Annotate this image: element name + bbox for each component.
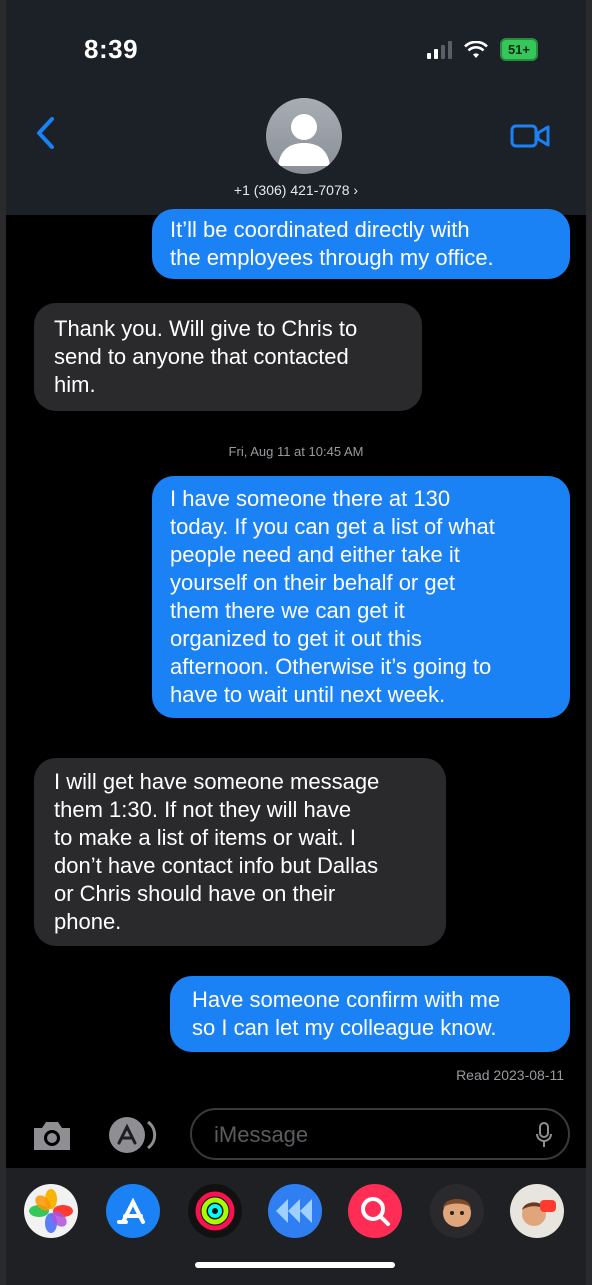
message-bubble-incoming[interactable]: Thank you. Will give to Chris to send to… (34, 303, 422, 411)
imessage-input[interactable]: iMessage (190, 1108, 570, 1160)
message-line: have to wait until next week. (170, 682, 446, 707)
battery-indicator: 51+ (499, 38, 538, 61)
message-bubble-incoming[interactable]: I will get have someone message them 1:3… (34, 758, 446, 946)
device-bezel-right (586, 0, 592, 1285)
cellular-signal-icon (426, 40, 452, 59)
message-line: don’t have contact info but Dallas (54, 853, 379, 878)
camera-icon[interactable] (30, 1118, 74, 1154)
message-line: afternoon. Otherwise it’s going to (170, 654, 492, 679)
microphone-icon[interactable] (536, 1122, 552, 1148)
audio-message-app-icon[interactable] (268, 1184, 322, 1238)
message-line: I will get have someone message (54, 769, 380, 794)
message-line: organized to get it out this (170, 626, 422, 651)
conversation-header: 8:39 51+ +1 (306) 421-7078 › (6, 0, 586, 215)
app-store-app-icon[interactable] (106, 1184, 160, 1238)
app-store-button-icon[interactable] (106, 1114, 164, 1156)
messages-screen: 8:39 51+ +1 (306) 421-7078 › It’ll be co… (0, 0, 592, 1285)
message-line: send to anyone that contacted (54, 344, 349, 369)
contact-name[interactable]: +1 (306) 421-7078 › (6, 182, 586, 198)
wifi-icon (464, 40, 488, 58)
person-icon (278, 114, 330, 166)
contact-avatar[interactable] (266, 98, 342, 174)
status-time: 8:39 (84, 34, 139, 64)
home-indicator[interactable] (195, 1262, 395, 1268)
message-bubble-outgoing[interactable]: It’ll be coordinated directly with the e… (152, 209, 570, 279)
message-line: It’ll be coordinated directly with (170, 217, 470, 242)
message-bubble-outgoing[interactable]: Have someone confirm with me so I can le… (170, 976, 570, 1052)
status-icons: 51+ (426, 38, 538, 61)
message-line: people need and either take it (170, 542, 460, 567)
back-chevron-icon[interactable] (34, 116, 58, 150)
message-line: the employees through my office. (170, 245, 494, 270)
message-bubble-outgoing[interactable]: I have someone there at 130 today. If yo… (152, 476, 570, 718)
message-line: to make a list of items or wait. I (54, 825, 356, 850)
message-line: him. (54, 372, 96, 397)
facetime-video-icon[interactable] (510, 122, 550, 150)
memoji-app-icon[interactable] (430, 1184, 484, 1238)
message-line: Have someone confirm with me (192, 987, 501, 1012)
search-images-app-icon[interactable] (348, 1184, 402, 1238)
message-line: them 1:30. If not they will have (54, 797, 352, 822)
message-line: or Chris should have on their (54, 881, 336, 906)
message-line: them there we can get it (170, 598, 405, 623)
read-receipt: Read 2023-08-11 (456, 1067, 564, 1083)
message-line: phone. (54, 909, 122, 934)
message-line: I have someone there at 130 (170, 486, 451, 511)
memoji-stickers-app-icon[interactable] (510, 1184, 564, 1238)
timestamp-separator: Fri, Aug 11 at 10:45 AM (228, 444, 364, 459)
activity-app-icon[interactable] (188, 1184, 242, 1238)
imessage-placeholder: iMessage (214, 1122, 309, 1147)
message-line: today. If you can get a list of what (170, 514, 495, 539)
message-line: yourself on their behalf or get (170, 570, 455, 595)
message-line: so I can let my colleague know. (192, 1015, 497, 1040)
message-line: Thank you. Will give to Chris to (54, 316, 358, 341)
photos-app-icon[interactable] (24, 1184, 78, 1238)
